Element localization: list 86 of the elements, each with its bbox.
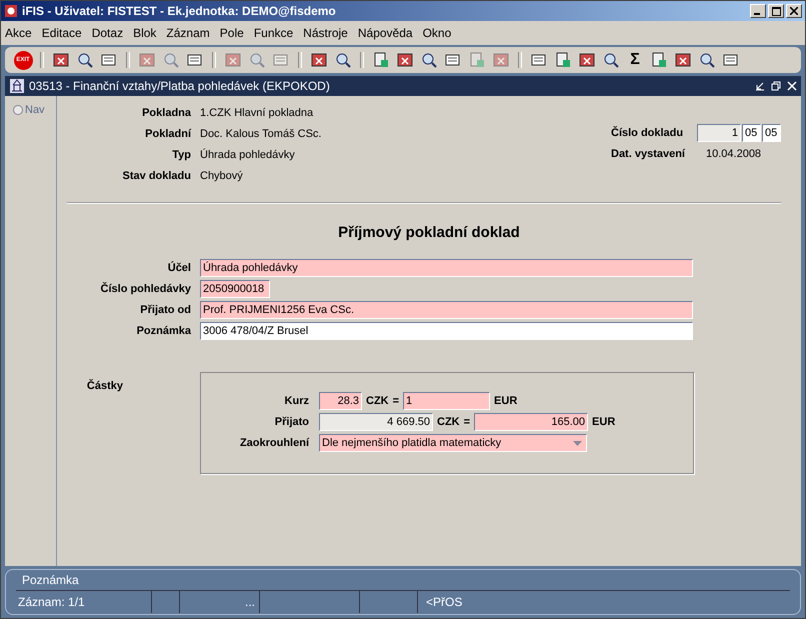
currency-label: CZK (366, 395, 389, 407)
field-value: 10.04.2008 (706, 148, 762, 160)
field-label: Kurz (284, 395, 309, 407)
minimize-icon[interactable] (755, 81, 765, 91)
search-icon (162, 51, 180, 69)
delete-icon (578, 51, 596, 69)
delete-icon (674, 51, 692, 69)
currency-label: EUR (592, 416, 616, 428)
field-value: Chybový (200, 170, 243, 182)
close-button[interactable] (786, 4, 802, 18)
delete-icon (52, 51, 70, 69)
delete-icon (396, 51, 414, 69)
input-field[interactable]: 2050900018 (200, 280, 270, 298)
window-title: iFIS - Uživatel: FISTEST - Ek.jednotka: DEMO@fisdemo (22, 4, 337, 18)
document-number-field[interactable]: 05 (762, 124, 781, 142)
menu-item[interactable]: Dotaz (92, 26, 124, 40)
section-label: Částky (86, 378, 124, 394)
field-label: Dat. vystavení (611, 148, 686, 160)
menu-item[interactable]: Pole (220, 26, 244, 40)
field-value: 1.CZK Hlavní pokladna (200, 106, 314, 118)
field-label: Poznámka (136, 325, 191, 337)
field-label: Zaokrouhlení (238, 437, 309, 449)
form-heading: Příjmový pokladní doklad (337, 224, 521, 241)
delete-icon (310, 51, 328, 69)
app-icon (4, 4, 18, 18)
menu-item[interactable]: Nápověda (358, 26, 413, 40)
minimize-button[interactable] (750, 4, 766, 18)
mode-indicator: <PřOS (425, 594, 462, 611)
search-icon (698, 51, 716, 69)
page-icon (554, 51, 572, 69)
input-field[interactable]: 4 669.50 (319, 413, 433, 431)
maximize-icon (772, 6, 780, 16)
field-label: Přijato (274, 416, 309, 428)
search-icon (248, 51, 266, 69)
restore-icon[interactable] (771, 81, 781, 91)
page-icon (468, 51, 486, 69)
equals-sign: = (392, 395, 400, 407)
document-number-field[interactable]: 1 (697, 124, 741, 142)
field-value: Doc. Kalous Tomáš CSc. (200, 128, 322, 140)
field-value: Úhrada pohledávky (200, 148, 295, 160)
input-field[interactable]: Prof. PRIJMENI1256 Eva CSc. (200, 301, 693, 319)
search-icon (334, 51, 352, 69)
delete-icon (224, 51, 242, 69)
menu-item[interactable]: Editace (42, 26, 82, 40)
form-icon (9, 78, 25, 94)
input-field[interactable]: 1 (403, 392, 490, 410)
currency-label: EUR (494, 395, 518, 407)
menu-item[interactable]: Funkce (254, 26, 294, 40)
document-number-field[interactable]: 05 (742, 124, 761, 142)
page-icon (650, 51, 668, 69)
record-counter: Záznam: 1/1 (16, 591, 152, 613)
hint-text: Poznámka (22, 573, 79, 587)
form-title: 03513 - Finanční vztahy/Platba pohledávek (EKPOKOD) (29, 79, 331, 93)
search-icon (602, 51, 620, 69)
field-label: Přijato od (139, 304, 191, 316)
menu-item[interactable]: Blok (133, 26, 156, 40)
close-icon[interactable] (787, 81, 797, 91)
search-icon (420, 51, 438, 69)
page-icon (372, 51, 390, 69)
field-label: Účel (166, 262, 191, 274)
nav-radio[interactable]: Nav (13, 104, 45, 116)
field-label: Pokladní (144, 128, 191, 140)
input-field[interactable]: 28.3 (319, 392, 362, 410)
menu-item[interactable]: Záznam (166, 26, 210, 40)
equals-sign: = (464, 416, 470, 428)
input-field[interactable]: 165.00 (474, 413, 588, 431)
dropdown-arrow-icon (573, 441, 582, 447)
menu-item[interactable]: Akce (5, 26, 32, 40)
field-label: Číslo dokladu (611, 126, 684, 138)
menu-item[interactable]: Nástroje (303, 26, 348, 40)
input-field[interactable]: Úhrada pohledávky (200, 259, 693, 277)
input-field[interactable]: 3006 478/04/Z Brusel (200, 322, 693, 340)
field-label: Stav dokladu (122, 170, 191, 182)
menu-item[interactable]: Okno (422, 26, 452, 40)
field-label: Typ (171, 148, 191, 160)
delete-icon (138, 51, 156, 69)
rounding-dropdown[interactable]: Dle nejmenšího platidla matematicky (319, 434, 587, 452)
field-label: Pokladna (141, 106, 191, 118)
maximize-button[interactable] (768, 4, 784, 18)
search-icon (76, 51, 94, 69)
sum-button[interactable]: Σ (625, 49, 645, 71)
field-label: Číslo pohledávky (100, 283, 191, 295)
currency-label: CZK (437, 416, 460, 428)
delete-icon (492, 51, 510, 69)
status-text: ... (180, 591, 260, 613)
close-icon (790, 7, 798, 15)
